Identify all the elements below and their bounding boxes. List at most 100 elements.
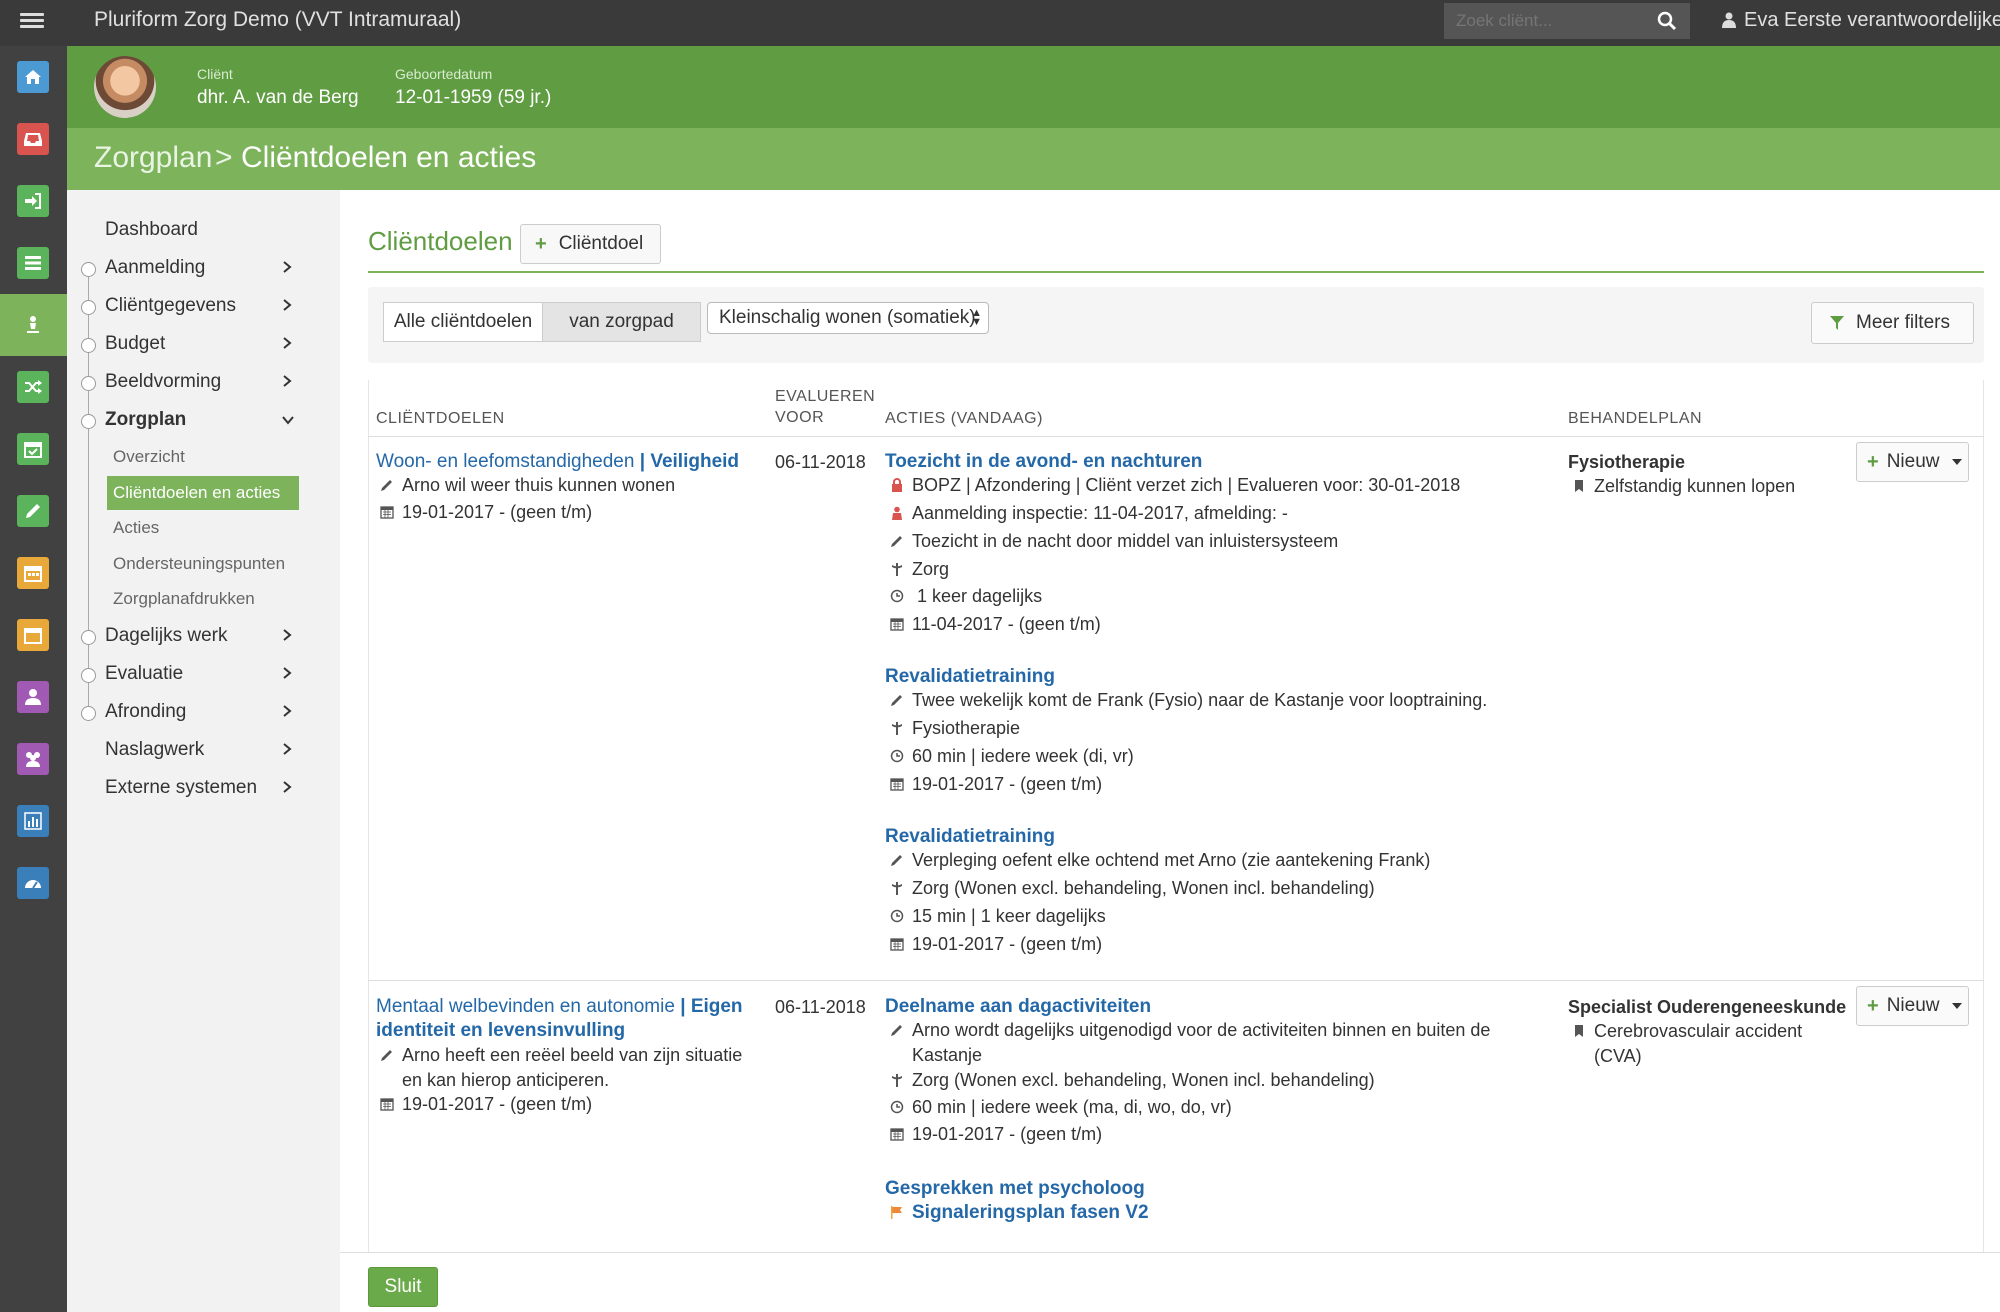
goal-title[interactable]: Mentaal welbevinden en autonomie | Eigen [376,996,743,1018]
caret-down-icon [1951,459,1962,465]
calendar-icon [890,1125,904,1141]
action-title[interactable]: Gesprekken met psycholoog [885,1178,1145,1200]
rail-edit[interactable] [0,480,67,542]
action-line: Zorg (Wonen excl. behandeling, Wonen inc… [890,1070,1375,1091]
action-line-cont: Kastanje [912,1045,983,1065]
nav-sub-zorgplanafdrukken[interactable]: Zorgplanafdrukken [107,582,299,616]
goal-description: Arno heeft een reëel beeld van zijn situ… [380,1045,742,1066]
rail-inbox[interactable] [0,108,67,170]
rail-list[interactable] [0,232,67,294]
goal-title-cont[interactable]: identiteit en levensinvulling [376,1020,625,1042]
nav-item-aanmelding[interactable]: Aanmelding [67,250,307,286]
action-title[interactable]: Revalidatietraining [885,666,1055,688]
chevron-right-icon [283,781,292,793]
nav-item-clientgegevens[interactable]: Cliëntgegevens [67,288,307,324]
rail-dashboard[interactable] [0,852,67,914]
nav-sub-acties[interactable]: Acties [107,511,299,545]
nav-item-dagelijks-werk[interactable]: Dagelijks werk [67,618,307,654]
new-action-button[interactable]: + Nieuw [1856,986,1969,1026]
client-icon [17,309,49,341]
pencil-icon [890,532,904,547]
rail-shuffle[interactable] [0,356,67,418]
rail-user[interactable] [0,666,67,728]
add-clientdoel-button[interactable]: + Cliëntdoel [520,224,661,264]
nav-item-dashboard[interactable]: Dashboard [67,212,307,248]
action-line: 1 keer dagelijks [890,586,1042,607]
client-name: dhr. A. van de Berg [197,87,359,108]
action-line: Zorg [890,559,949,580]
rail-client[interactable] [0,294,67,356]
rail-calendar[interactable] [0,542,67,604]
nav-sub-clientdoelen[interactable]: Cliëntdoelen en acties [107,476,299,510]
calendar-icon [17,557,49,589]
nav-item-budget[interactable]: Budget [67,326,307,362]
calendar-icon [890,615,904,631]
action-line: 19-01-2017 - (geen t/m) [890,774,1102,795]
nav-item-externe-systemen[interactable]: Externe systemen [67,770,307,806]
client-header: Cliënt dhr. A. van de Berg Geboortedatum… [67,46,2000,128]
action-title[interactable]: Deelname aan dagactiviteiten [885,996,1151,1018]
bar-chart-icon [17,805,49,837]
header-evaluate: EVALUEREN [775,388,876,405]
clock-icon [890,907,904,923]
menu-icon[interactable] [20,10,44,34]
rail-home[interactable] [0,46,67,108]
signaling-plan-link[interactable]: Signaleringsplan fasen V2 [890,1202,1149,1224]
rail-users[interactable] [0,728,67,790]
action-line: Toezicht in de nacht door middel van inl… [890,531,1338,552]
plus-icon: + [1867,994,1879,1017]
select-arrows-icon: ▲ ▼ [971,307,982,328]
chevron-right-icon [283,705,292,717]
close-button[interactable]: Sluit [368,1267,438,1307]
clock-icon [890,747,904,763]
user-menu[interactable]: Eva Eerste verantwoordelijke [1722,9,2000,32]
breadcrumb-parent[interactable]: Zorgplan [94,141,212,175]
pencil-icon [380,476,394,491]
goal-description: Arno wil weer thuis kunnen wonen [380,475,675,496]
plan-item: Zelfstandig kunnen lopen [1572,476,1795,497]
pathway-select[interactable]: Kleinschalig wonen (somatiek) ▲ ▼ [707,302,989,334]
goal-title[interactable]: Woon- en leefomstandigheden | Veiligheid [376,451,739,473]
nav-sub-overzicht[interactable]: Overzicht [107,440,299,474]
action-line: Fysiotherapie [890,718,1020,739]
nav-sub-ondersteuningspunten[interactable]: Ondersteuningspunten [107,547,299,581]
calendar-icon [380,503,394,519]
plus-icon: + [1867,450,1879,473]
action-line: Verpleging oefent elke ochtend met Arno … [890,850,1430,871]
user-name: Eva Eerste verantwoordelijke [1744,9,2000,31]
shuffle-icon [17,371,49,403]
nav-item-afronding[interactable]: Afronding [67,694,307,730]
goal-description-cont: en kan hierop anticiperen. [402,1070,610,1090]
nav-item-evaluatie[interactable]: Evaluatie [67,656,307,692]
calendar-icon [380,1095,394,1111]
caduceus-icon [890,719,904,735]
rail-calendar-check[interactable] [0,418,67,480]
action-line: BOPZ | Afzondering | Cliënt verzet zich … [890,475,1460,496]
plan-item-cont: (CVA) [1594,1046,1642,1066]
calendar-check-icon [17,433,49,465]
avatar[interactable] [94,56,156,118]
main-content: Cliëntdoelen + Cliëntdoel Alle cliëntdoel… [340,190,2000,1252]
more-filters-button[interactable]: Meer filters [1811,302,1974,344]
calendar-icon [890,775,904,791]
pencil-icon [890,691,904,706]
filter-all-button[interactable]: Alle cliëntdoelen [383,302,543,342]
action-title[interactable]: Revalidatietraining [885,826,1055,848]
action-line: 19-01-2017 - (geen t/m) [890,934,1102,955]
rail-calendar-empty[interactable] [0,604,67,666]
nav-item-naslagwerk[interactable]: Naslagwerk [67,732,307,768]
search-icon[interactable] [1652,6,1682,36]
action-line: 15 min | 1 keer dagelijks [890,906,1106,927]
caduceus-icon [890,1071,904,1087]
rail-login[interactable] [0,170,67,232]
home-icon [17,61,49,93]
filter-pathway-button[interactable]: van zorgpad [542,302,701,342]
nav-item-zorgplan[interactable]: Zorgplan [67,402,307,438]
clock-icon [890,1098,904,1114]
filter-icon [1830,316,1844,330]
new-action-button[interactable]: + Nieuw [1856,442,1969,482]
rail-reports[interactable] [0,790,67,852]
action-title[interactable]: Toezicht in de avond- en nachturen [885,451,1202,473]
nav-item-beeldvorming[interactable]: Beeldvorming [67,364,307,400]
action-line: 60 min | iedere week (di, vr) [890,746,1134,767]
